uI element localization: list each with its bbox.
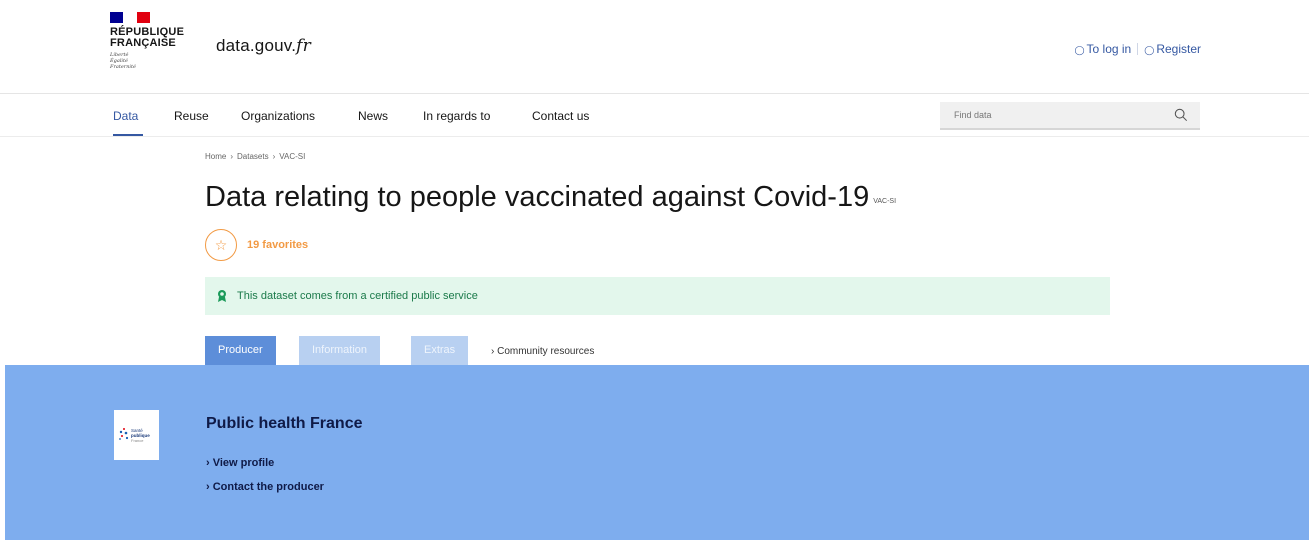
- auth-links: ◯ To log in ◯ Register: [1074, 42, 1201, 56]
- search-placeholder: Find data: [954, 110, 992, 120]
- producer-name[interactable]: Public health France: [206, 415, 362, 433]
- certified-banner: This dataset comes from a certified publ…: [205, 277, 1110, 315]
- dataset-acronym: VAC-SI: [873, 198, 897, 205]
- tab-information[interactable]: Information: [299, 336, 381, 365]
- producer-panel: [5, 365, 1309, 540]
- nav-item-organizations[interactable]: Organizations: [241, 109, 315, 123]
- breadcrumb-current: VAC-SI: [279, 152, 306, 161]
- site-tld: fr: [296, 36, 311, 56]
- republique-francaise-logo[interactable]: RÉPUBLIQUE FRANÇAISE Liberté Égalité Fra…: [110, 12, 190, 70]
- breadcrumb-datasets[interactable]: Datasets: [237, 152, 269, 161]
- certified-text: This dataset comes from a certified publ…: [237, 290, 478, 302]
- motto: Liberté Égalité Fraternité: [110, 52, 190, 70]
- tab-extras[interactable]: Extras: [411, 336, 469, 365]
- view-profile-label: View profile: [212, 457, 275, 469]
- site-header: RÉPUBLIQUE FRANÇAISE Liberté Égalité Fra…: [0, 0, 1309, 94]
- search-input[interactable]: Find data: [940, 102, 1200, 130]
- chevron-right-icon: ›: [272, 152, 276, 161]
- user-icon: ◯: [1144, 45, 1155, 55]
- logo-text-line: France: [131, 438, 144, 443]
- contact-producer-link[interactable]: › Contact the producer: [206, 481, 324, 493]
- site-name: data.gouv.: [216, 36, 297, 55]
- site-name-link[interactable]: data.gouv.fr: [216, 36, 311, 56]
- search-icon[interactable]: [1174, 108, 1188, 122]
- community-resources-link[interactable]: › Community resources: [491, 346, 594, 357]
- lock-icon: ◯: [1074, 45, 1085, 55]
- tab-producer[interactable]: Producer: [205, 336, 276, 365]
- nav-item-data[interactable]: Data: [113, 109, 138, 123]
- certified-badge-icon: [218, 290, 226, 302]
- gov-name-line2: FRANÇAISE: [110, 37, 176, 49]
- french-flag-icon: [110, 12, 150, 23]
- view-profile-link[interactable]: › View profile: [206, 457, 274, 469]
- contact-producer-label: Contact the producer: [212, 481, 324, 493]
- favorites: ☆ 19 favorites: [205, 229, 308, 261]
- star-icon[interactable]: ☆: [205, 229, 237, 261]
- chevron-right-icon: ›: [230, 152, 234, 161]
- separator: [1137, 43, 1139, 55]
- page-title: Data relating to people vaccinated again…: [205, 181, 896, 214]
- motto-line: Fraternité: [110, 64, 136, 70]
- nav-item-in-regards-to[interactable]: In regards to: [423, 109, 490, 123]
- register-label: Register: [1156, 42, 1201, 56]
- producer-logo[interactable]: Santé publique France: [114, 410, 159, 460]
- favorites-count: 19 favorites: [247, 239, 309, 251]
- breadcrumb-home[interactable]: Home: [205, 152, 226, 161]
- register-link[interactable]: ◯ Register: [1144, 42, 1201, 56]
- nav-item-reuse[interactable]: Reuse: [174, 109, 209, 123]
- active-nav-indicator: [113, 134, 143, 136]
- nav-item-news[interactable]: News: [358, 109, 388, 123]
- breadcrumb: Home › Datasets › VAC-SI: [205, 152, 305, 161]
- sante-publique-france-logo: Santé publique France: [118, 428, 150, 443]
- login-label: To log in: [1086, 42, 1132, 56]
- login-link[interactable]: ◯ To log in: [1074, 42, 1131, 56]
- community-resources-label: Community resources: [497, 346, 595, 357]
- nav-item-contact-us[interactable]: Contact us: [532, 109, 589, 123]
- dataset-title: Data relating to people vaccinated again…: [205, 181, 870, 213]
